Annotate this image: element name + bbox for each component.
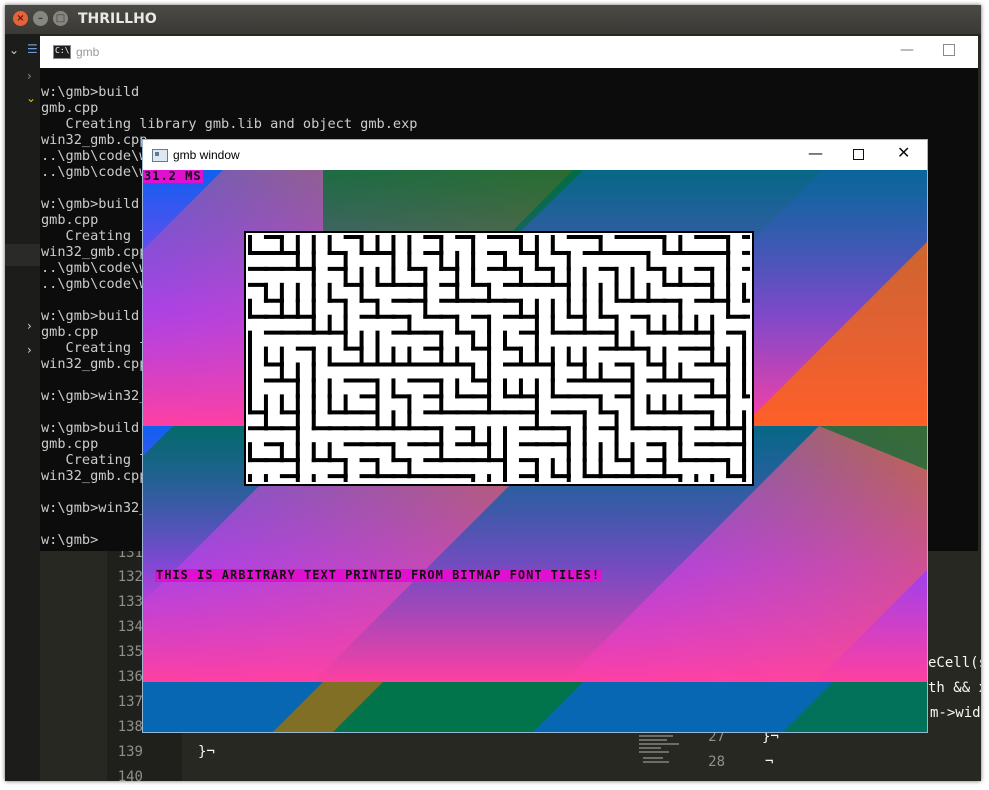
console-maximize-button[interactable] [943, 44, 955, 56]
sidebar-highlight [5, 244, 40, 266]
game-maximize-button[interactable] [853, 149, 864, 160]
console-icon [53, 45, 71, 59]
code-line[interactable]: eCell(s [928, 653, 981, 673]
line-number: 135 [117, 644, 143, 660]
code-line[interactable]: }¬ [198, 742, 215, 762]
window-title: THRILLHO [78, 11, 157, 27]
console-line: w:\gmb>build [41, 84, 140, 100]
sidebar: ⌄ ☰ › ⌄ › › [5, 34, 40, 781]
bitmap-text-banner: THIS IS ARBITRARY TEXT PRINTED FROM BITM… [155, 568, 602, 582]
chevron-down-icon[interactable]: ⌄ [9, 44, 19, 56]
line-number: 134 [117, 619, 143, 635]
line-number: 138 [117, 719, 143, 735]
game-titlebar: gmb window — ✕ [143, 140, 927, 170]
game-window[interactable]: gmb window — ✕ 31.2 MS THIS IS ARBITRARY… [142, 139, 928, 733]
code-line[interactable]: th && x [928, 678, 981, 698]
game-minimize-button[interactable]: — [808, 145, 823, 161]
maze [244, 231, 754, 486]
close-window-button[interactable]: × [13, 11, 28, 26]
line-number: 136 [117, 669, 143, 685]
console-line: gmb.cpp [41, 100, 99, 116]
console-titlebar: gmb — [40, 36, 978, 68]
line-number: 140 [117, 769, 143, 781]
line-number: 137 [117, 694, 143, 710]
line-number: 133 [117, 594, 143, 610]
game-close-button[interactable]: ✕ [897, 144, 910, 162]
line-number: 139 [117, 744, 143, 760]
game-canvas[interactable]: 31.2 MS THIS IS ARBITRARY TEXT PRINTED F… [143, 170, 927, 732]
code-line[interactable]: m->wid [930, 703, 981, 723]
frame-time-label: 31.2 MS [143, 170, 203, 183]
chevron-right-icon[interactable]: › [27, 320, 32, 332]
maximize-window-button[interactable]: □ [53, 11, 68, 26]
window-icon [152, 149, 168, 162]
game-window-title: gmb window [173, 148, 240, 162]
line-number: 132 [117, 569, 143, 585]
chevron-down-icon[interactable]: ⌄ [26, 92, 36, 104]
minimize-window-button[interactable]: – [33, 11, 48, 26]
minimap[interactable] [637, 733, 702, 781]
console-minimize-button[interactable]: — [900, 42, 914, 58]
code-line[interactable]: ¬ [765, 752, 773, 772]
window-titlebar: × – □ THRILLHO [5, 5, 981, 34]
chevron-right-icon[interactable]: › [27, 70, 32, 82]
console-line: Creating library gmb.lib and object gmb.… [41, 116, 418, 132]
chevron-right-icon[interactable]: › [27, 344, 32, 356]
console-title: gmb [76, 45, 100, 59]
file-icon: ☰ [27, 42, 38, 56]
